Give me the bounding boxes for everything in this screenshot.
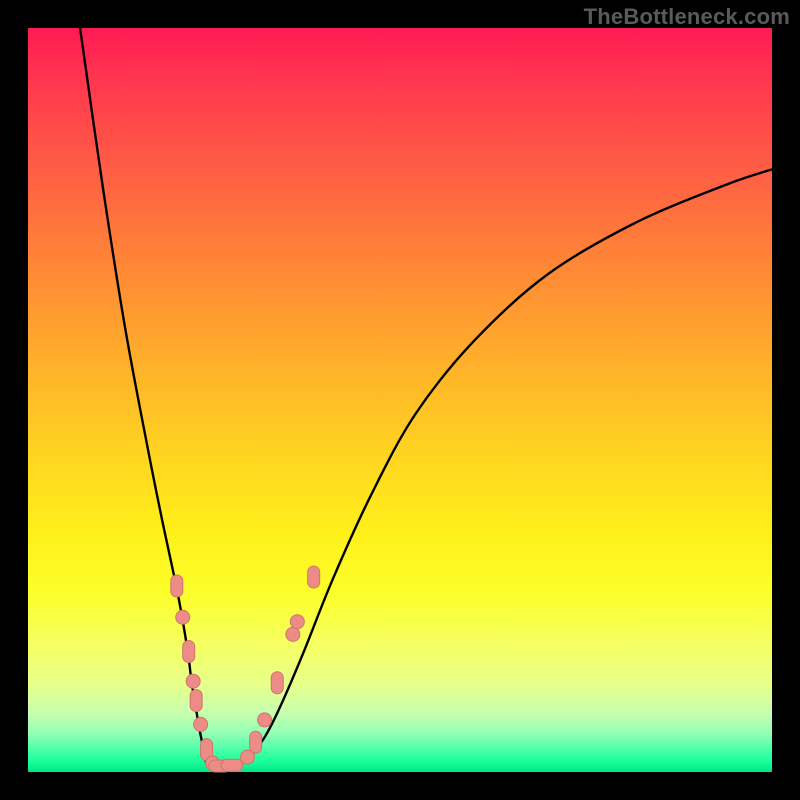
data-point: [176, 610, 190, 624]
data-point: [221, 759, 243, 771]
plot-area: [28, 28, 772, 772]
data-point: [286, 627, 300, 641]
data-point: [190, 690, 202, 712]
data-point: [250, 731, 262, 753]
data-point: [186, 674, 200, 688]
data-point: [194, 717, 208, 731]
data-point: [290, 615, 304, 629]
data-point: [183, 640, 195, 662]
data-point: [308, 566, 320, 588]
data-point: [258, 713, 272, 727]
watermark-text: TheBottleneck.com: [584, 4, 790, 30]
data-point: [171, 575, 183, 597]
chart-frame: TheBottleneck.com: [0, 0, 800, 800]
chart-svg: [28, 28, 772, 772]
data-point: [271, 672, 283, 694]
